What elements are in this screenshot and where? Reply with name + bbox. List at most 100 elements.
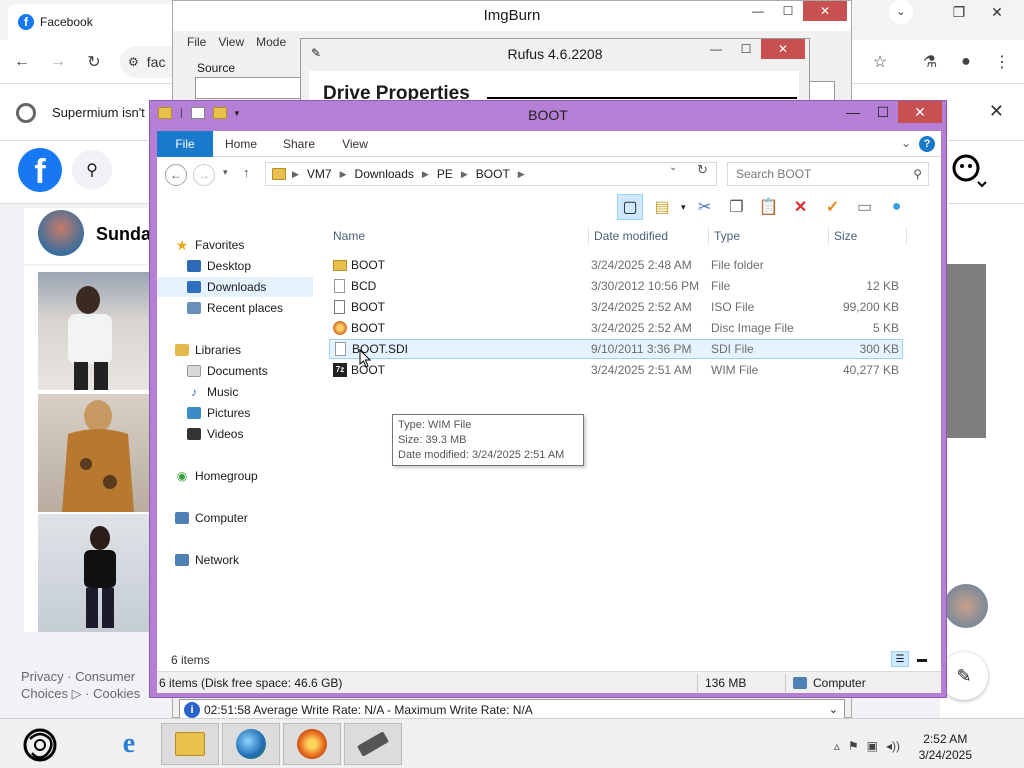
start-button[interactable] — [20, 725, 64, 765]
close-button[interactable]: ✕ — [803, 1, 847, 21]
taskbar-rufus[interactable] — [344, 723, 402, 765]
nav-favorites[interactable]: ★ Favorites — [175, 235, 245, 255]
up-arrow-icon[interactable]: ↑ — [243, 165, 250, 180]
nav-network[interactable]: Network — [175, 550, 239, 570]
cut-icon[interactable]: ✂ — [692, 194, 718, 220]
menu-mode[interactable]: Mode — [256, 35, 286, 49]
photo-thumbnail[interactable] — [38, 514, 150, 632]
profile-row[interactable]: Sunda — [24, 208, 154, 264]
clock[interactable]: 2:52 AM 3/24/2025 — [919, 731, 972, 763]
column-divider[interactable] — [828, 227, 829, 245]
tab-share[interactable]: Share — [277, 131, 321, 157]
breadcrumb-downloads[interactable]: Downloads — [355, 167, 414, 181]
reload-icon[interactable]: ↻ — [82, 50, 106, 74]
back-icon[interactable]: ← — [10, 50, 34, 74]
forward-icon[interactable]: → — [193, 164, 215, 186]
column-divider[interactable] — [906, 227, 907, 245]
delete-icon[interactable]: ✕ — [788, 194, 814, 220]
column-divider[interactable] — [708, 227, 709, 245]
file-row[interactable]: BOOT 3/24/2025 2:52 AM Disc Image File 5… — [329, 318, 903, 338]
footer-line[interactable]: Privacy · Consumer — [21, 668, 140, 685]
maximize-button[interactable]: ☐ — [868, 101, 898, 123]
nav-music[interactable]: ♪ Music — [187, 382, 238, 402]
volume-icon[interactable]: ◂)) — [886, 739, 900, 753]
share-icon[interactable]: ● — [884, 194, 910, 220]
bot-avatar-icon[interactable] — [948, 150, 988, 190]
labs-flask-icon[interactable]: ⚗ — [918, 50, 942, 74]
nav-recent-places[interactable]: Recent places — [187, 298, 283, 318]
tab-file[interactable]: File — [157, 131, 213, 157]
file-row[interactable]: BCD 3/30/2012 10:56 PM File 12 KB — [329, 276, 903, 296]
taskbar-internet-explorer[interactable]: e — [100, 723, 158, 765]
chevron-down-icon[interactable]: ▾ — [681, 202, 686, 213]
address-bar[interactable]: ▶ VM7 ▶ Downloads ▶ PE ▶ BOOT ▶ — [265, 162, 717, 186]
tab-home[interactable]: Home — [221, 131, 261, 157]
refresh-icon[interactable]: ↻ — [697, 162, 708, 178]
recent-locations-icon[interactable]: ▾ — [223, 167, 228, 178]
nav-desktop[interactable]: Desktop — [187, 256, 251, 276]
restore-button[interactable]: ❐ — [940, 0, 978, 24]
preview-pane-icon[interactable]: ▢ — [617, 194, 643, 220]
search-input[interactable]: Search BOOT ⚲ — [727, 162, 929, 186]
profile-icon[interactable]: ● — [954, 50, 978, 74]
menu-view[interactable]: View — [218, 35, 244, 49]
nav-documents[interactable]: Documents — [187, 361, 268, 381]
breadcrumb-pe[interactable]: PE — [437, 167, 453, 181]
footer-line[interactable]: Choices ▷ · Cookies — [21, 685, 140, 702]
show-hidden-icons-icon[interactable]: ▵ — [834, 739, 840, 753]
maximize-button[interactable]: ☐ — [731, 39, 761, 59]
menu-kebab-icon[interactable]: ⋮ — [990, 50, 1014, 74]
minimize-button[interactable]: — — [838, 101, 868, 123]
taskbar-file-explorer[interactable] — [161, 723, 219, 765]
file-row[interactable]: BOOT 3/24/2025 2:48 AM File folder — [329, 255, 903, 275]
nav-downloads[interactable]: Downloads — [157, 277, 313, 297]
flag-icon[interactable]: ⚑ — [848, 739, 859, 753]
paste-icon[interactable]: 📋 — [756, 194, 782, 220]
facebook-logo-icon[interactable]: f — [18, 148, 62, 192]
close-button[interactable]: ✕ — [978, 0, 1016, 24]
chevron-down-icon[interactable]: ⌄ — [829, 700, 838, 720]
nav-homegroup[interactable]: ◉ Homegroup — [175, 466, 258, 486]
taskbar-imgburn[interactable] — [283, 723, 341, 765]
maximize-button[interactable]: ☐ — [773, 1, 803, 21]
compose-icon[interactable]: ✎ — [940, 652, 988, 700]
help-icon[interactable]: ? — [919, 136, 935, 152]
file-row[interactable]: BOOT 3/24/2025 2:52 AM ISO File 99,200 K… — [329, 297, 903, 317]
photo-thumbnail[interactable] — [38, 394, 150, 512]
file-row[interactable]: 7z BOOT 3/24/2025 2:51 AM WIM File 40,27… — [329, 360, 903, 380]
copy-icon[interactable]: ❐ — [724, 194, 750, 220]
column-header-name[interactable]: Name — [333, 225, 365, 247]
photo-thumbnail[interactable] — [38, 272, 150, 390]
nav-libraries[interactable]: Libraries — [175, 340, 241, 360]
column-header-size[interactable]: Size — [834, 225, 857, 247]
details-view-icon[interactable]: ☰ — [891, 651, 909, 667]
column-divider[interactable] — [588, 227, 589, 245]
column-header-type[interactable]: Type — [714, 225, 740, 247]
address-bar[interactable]: ⚙ fac — [120, 46, 180, 78]
network-tray-icon[interactable]: ▣ — [867, 739, 878, 753]
forward-icon[interactable]: → — [46, 50, 70, 74]
bookmark-star-icon[interactable]: ☆ — [868, 50, 892, 74]
minimize-button[interactable]: — — [701, 39, 731, 59]
nav-videos[interactable]: Videos — [187, 424, 243, 444]
close-button[interactable]: ✕ — [898, 101, 942, 123]
chevron-down-icon[interactable]: ⌄ — [901, 136, 911, 150]
tab-view[interactable]: View — [337, 131, 373, 157]
search-icon[interactable]: ⚲ — [72, 150, 112, 190]
source-field[interactable] — [195, 77, 305, 99]
back-icon[interactable]: ← — [165, 164, 187, 186]
breadcrumb-vm7[interactable]: VM7 — [307, 167, 332, 181]
tab-facebook[interactable]: f Facebook — [8, 4, 178, 40]
close-button[interactable]: ✕ — [761, 39, 805, 59]
checkmark-icon[interactable]: ✓ — [820, 194, 846, 220]
nav-pictures[interactable]: Pictures — [187, 403, 250, 423]
taskbar-globe-app[interactable] — [222, 723, 280, 765]
folder-options-icon[interactable]: ▤ — [649, 194, 675, 220]
breadcrumb-boot[interactable]: BOOT — [476, 167, 510, 181]
infobar-close-icon[interactable]: ✕ — [989, 101, 1004, 122]
rename-icon[interactable]: ▭ — [852, 194, 878, 220]
chevron-down-icon[interactable]: ⌄ — [669, 162, 677, 173]
nav-computer[interactable]: Computer — [175, 508, 248, 528]
minimize-button[interactable]: — — [743, 1, 773, 21]
menu-file[interactable]: File — [187, 35, 206, 49]
